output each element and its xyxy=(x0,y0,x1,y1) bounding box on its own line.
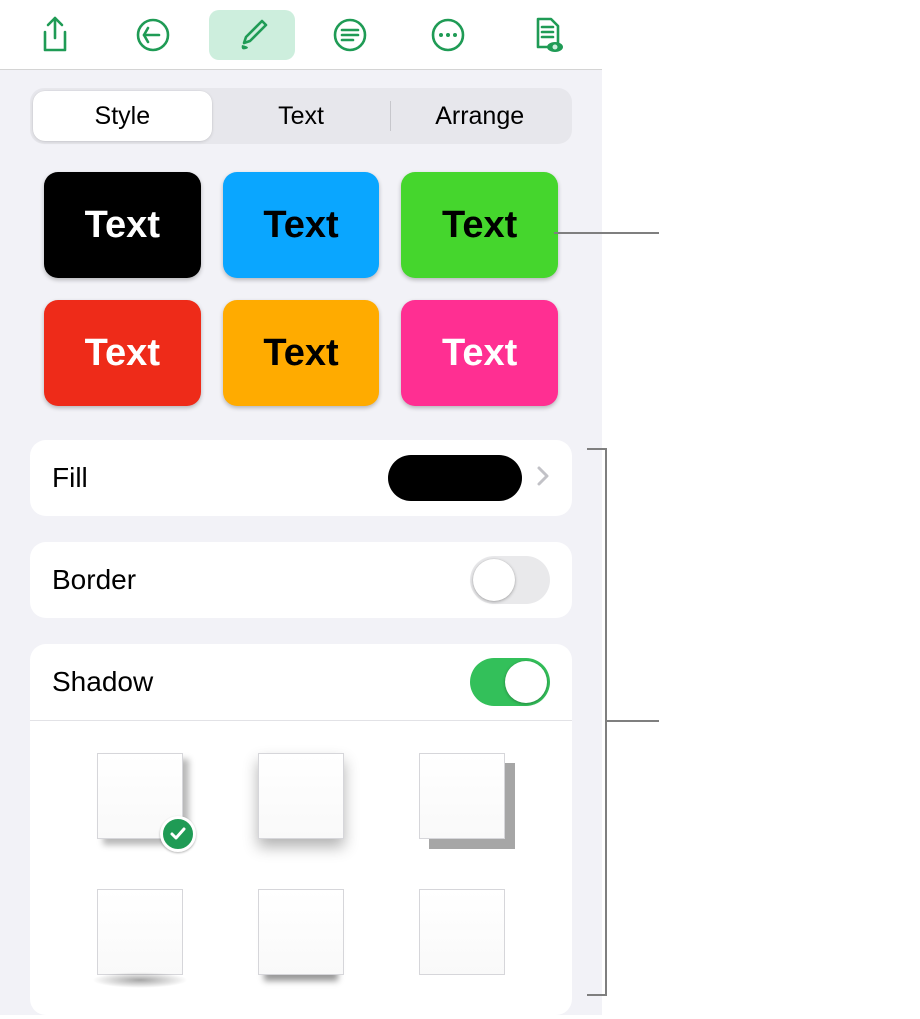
border-row: Border xyxy=(30,542,572,618)
callout-bracket-out xyxy=(605,720,659,722)
document-options-button[interactable] xyxy=(504,10,590,60)
top-toolbar xyxy=(0,0,602,70)
callout-bracket-top xyxy=(587,448,605,450)
callout-line xyxy=(554,232,659,234)
callout-bracket-vert xyxy=(605,448,607,996)
undo-button[interactable] xyxy=(110,10,196,60)
insert-button[interactable] xyxy=(307,10,393,60)
preset-0[interactable]: Text xyxy=(44,172,201,278)
check-icon xyxy=(160,816,196,852)
shadow-option-5[interactable] xyxy=(419,889,505,975)
document-options-icon xyxy=(529,15,565,55)
fill-swatch xyxy=(388,455,522,501)
fill-group: Fill xyxy=(30,440,572,516)
more-icon xyxy=(429,16,467,54)
tab-text[interactable]: Text xyxy=(212,91,391,141)
preset-4[interactable]: Text xyxy=(223,300,380,406)
preset-2[interactable]: Text xyxy=(401,172,558,278)
shadow-toggle[interactable] xyxy=(470,658,550,706)
preset-1[interactable]: Text xyxy=(223,172,380,278)
insert-icon xyxy=(331,16,369,54)
preset-3[interactable]: Text xyxy=(44,300,201,406)
share-icon xyxy=(39,16,71,54)
shadow-option-0[interactable] xyxy=(97,753,183,839)
shadow-row: Shadow xyxy=(30,644,572,720)
share-button[interactable] xyxy=(12,10,98,60)
more-button[interactable] xyxy=(405,10,491,60)
shadow-option-4[interactable] xyxy=(258,889,344,975)
shadow-option-2[interactable] xyxy=(419,753,505,839)
fill-row[interactable]: Fill xyxy=(30,440,572,516)
shadow-option-3[interactable] xyxy=(97,889,183,975)
style-presets: Text Text Text Text Text Text xyxy=(0,172,602,440)
format-button[interactable] xyxy=(209,10,295,60)
shadow-option-1[interactable] xyxy=(258,753,344,839)
shadow-options xyxy=(60,731,542,975)
border-toggle[interactable] xyxy=(470,556,550,604)
tab-style[interactable]: Style xyxy=(33,91,212,141)
format-brush-icon xyxy=(232,15,272,55)
fill-label: Fill xyxy=(52,462,388,494)
chevron-right-icon xyxy=(536,462,550,494)
shadow-group: Shadow xyxy=(30,644,572,1015)
border-group: Border xyxy=(30,542,572,618)
preset-5[interactable]: Text xyxy=(401,300,558,406)
callout-bracket-bottom xyxy=(587,994,605,996)
undo-icon xyxy=(134,16,172,54)
shadow-label: Shadow xyxy=(52,666,470,698)
format-tabs: Style Text Arrange xyxy=(0,70,602,172)
tab-arrange[interactable]: Arrange xyxy=(390,91,569,141)
border-label: Border xyxy=(52,564,470,596)
